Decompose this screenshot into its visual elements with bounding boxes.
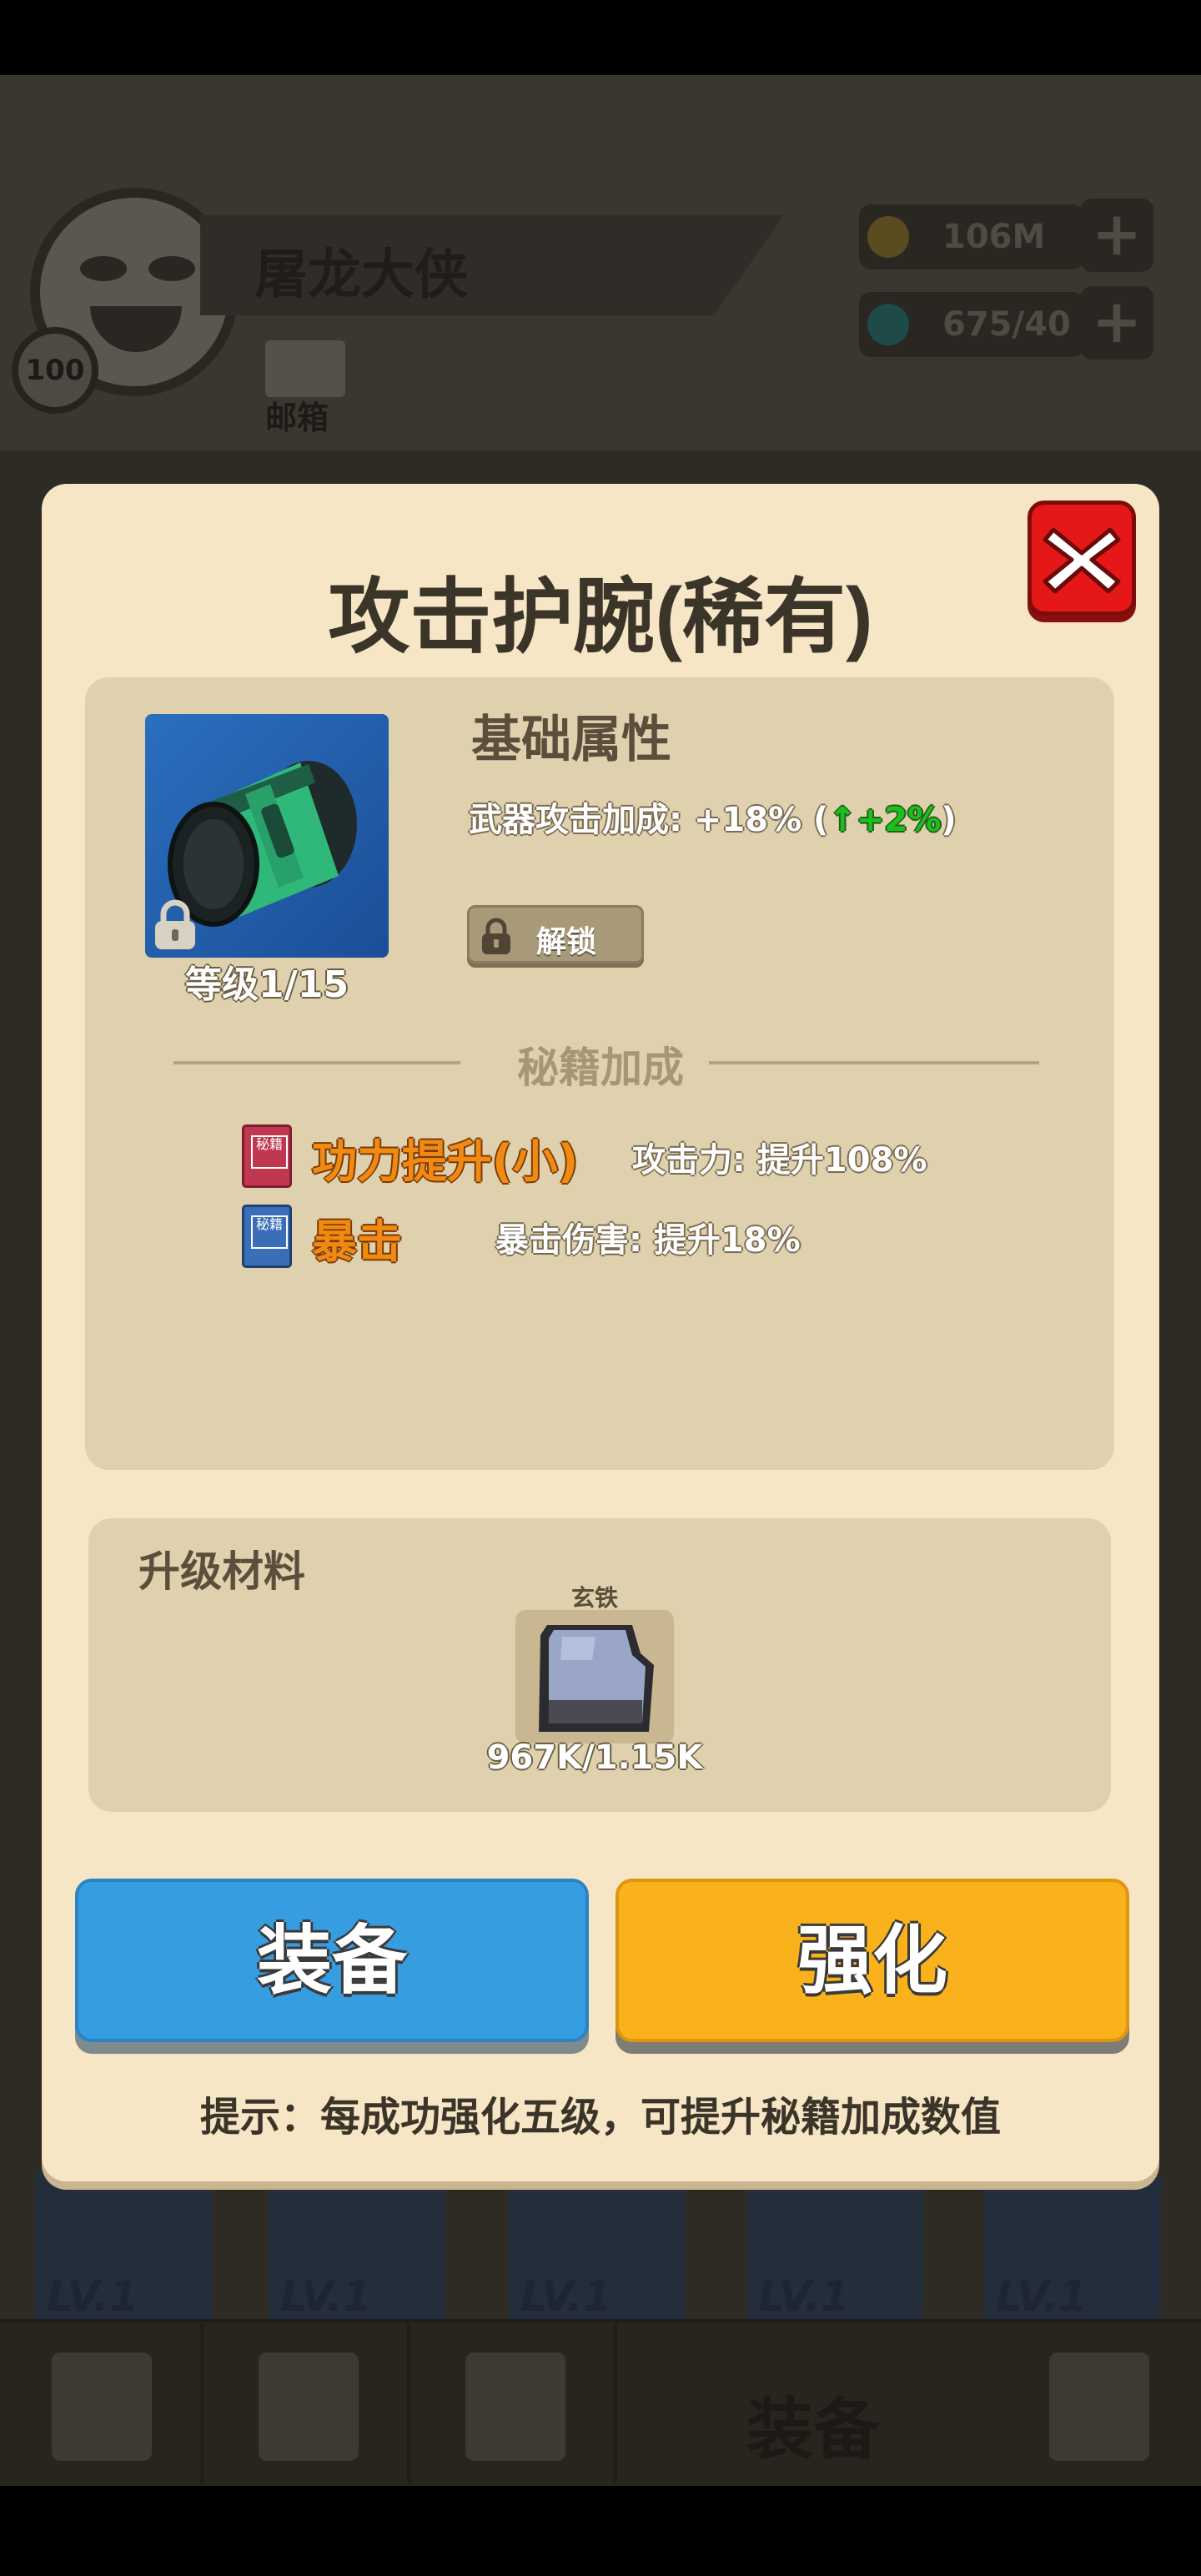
item-level-text: 等级1/15: [185, 963, 349, 1006]
close-icon: [1043, 527, 1121, 594]
unlock-label: 解锁: [536, 925, 597, 959]
player-name: 屠龙大侠: [254, 244, 468, 306]
material-slot[interactable]: [515, 1610, 674, 1743]
secret-book-icon: 秘籍: [242, 1205, 292, 1268]
gem-icon: [867, 304, 909, 345]
skill-description: 暴击伤害: 提升18%: [495, 1221, 801, 1260]
lock-icon: [155, 899, 195, 949]
dialog-title: 攻击护腕(稀有): [328, 571, 873, 662]
equipment-slot[interactable]: LV.1: [509, 2169, 686, 2336]
skill-row: 秘籍 功力提升(小) 攻击力: 提升108%: [242, 1124, 1076, 1191]
base-attribute-increase: +2%: [856, 801, 942, 839]
skill-row: 秘籍 暴击 暴击伤害: 提升18%: [242, 1205, 1076, 1271]
enhance-button[interactable]: 强化: [616, 1879, 1129, 2042]
skill-description: 攻击力: 提升108%: [632, 1141, 927, 1180]
nav-battle-button[interactable]: [414, 2324, 617, 2483]
add-gold-button[interactable]: +: [1080, 199, 1153, 272]
base-attribute-close: ): [941, 801, 957, 839]
equipment-slot[interactable]: LV.1: [35, 2169, 212, 2336]
base-attributes-title: 基础属性: [471, 711, 671, 769]
nav-training-button[interactable]: [207, 2324, 410, 2483]
base-attribute-text: 武器攻击加成: +18% (: [469, 801, 829, 839]
up-arrow-icon: ↑: [828, 801, 857, 839]
mail-icon[interactable]: [265, 340, 345, 397]
system-nav-bar: [0, 2486, 1201, 2576]
status-bar: [0, 0, 1201, 75]
book-icon: [259, 2352, 359, 2461]
gold-value: 106M: [942, 218, 1046, 256]
equipment-slot[interactable]: LV.1: [984, 2169, 1161, 2336]
equip-label: 装备: [257, 1917, 407, 2005]
material-name: 玄铁: [570, 1584, 618, 1612]
player-level-badge: 100: [12, 327, 98, 414]
treasure-icon: [1049, 2352, 1149, 2461]
lock-icon: [482, 918, 510, 954]
add-gem-button[interactable]: +: [1080, 286, 1153, 360]
secret-bonus-title: 秘籍加成: [517, 1044, 684, 1092]
equipment-slot[interactable]: LV.1: [269, 2169, 445, 2336]
bracer-item-icon[interactable]: [145, 714, 389, 958]
enhance-label: 强化: [797, 1917, 947, 2005]
nav-equipment-label[interactable]: 装备: [746, 2376, 880, 2473]
gold-counter: 106M: [859, 204, 1084, 269]
equipment-slot[interactable]: LV.1: [746, 2169, 923, 2336]
iron-ore-icon: [539, 1625, 654, 1732]
scroll-icon: [52, 2352, 152, 2461]
item-detail-dialog: 攻击护腕(稀有) 等级1/15 基础属性 武器攻击加成: +18% (↑+2%): [42, 484, 1159, 2181]
divider-left: [173, 1061, 460, 1064]
nav-collect-button[interactable]: [997, 2324, 1201, 2483]
mail-label: 邮箱: [265, 400, 329, 436]
divider-right: [709, 1061, 1039, 1064]
nav-quest-button[interactable]: [0, 2324, 204, 2483]
gem-counter: 675/40: [859, 292, 1084, 357]
unlock-button[interactable]: 解锁: [467, 905, 644, 963]
gold-coin-icon: [867, 216, 909, 258]
material-count: 967K/1.15K: [486, 1738, 703, 1777]
skill-name: 功力提升(小): [312, 1135, 579, 1188]
close-button[interactable]: [1028, 501, 1136, 616]
skill-name: 暴击: [312, 1215, 402, 1268]
gem-value: 675/40: [942, 305, 1071, 344]
secret-book-icon: 秘籍: [242, 1124, 292, 1188]
hint-text: 提示：每成功强化五级，可提升秘籍加成数值: [199, 2094, 1001, 2141]
materials-title: 升级材料: [138, 1547, 305, 1596]
equip-button[interactable]: 装备: [75, 1879, 589, 2042]
base-attribute-line: 武器攻击加成: +18% (↑+2%): [469, 792, 957, 841]
crossed-swords-icon: [465, 2352, 565, 2461]
